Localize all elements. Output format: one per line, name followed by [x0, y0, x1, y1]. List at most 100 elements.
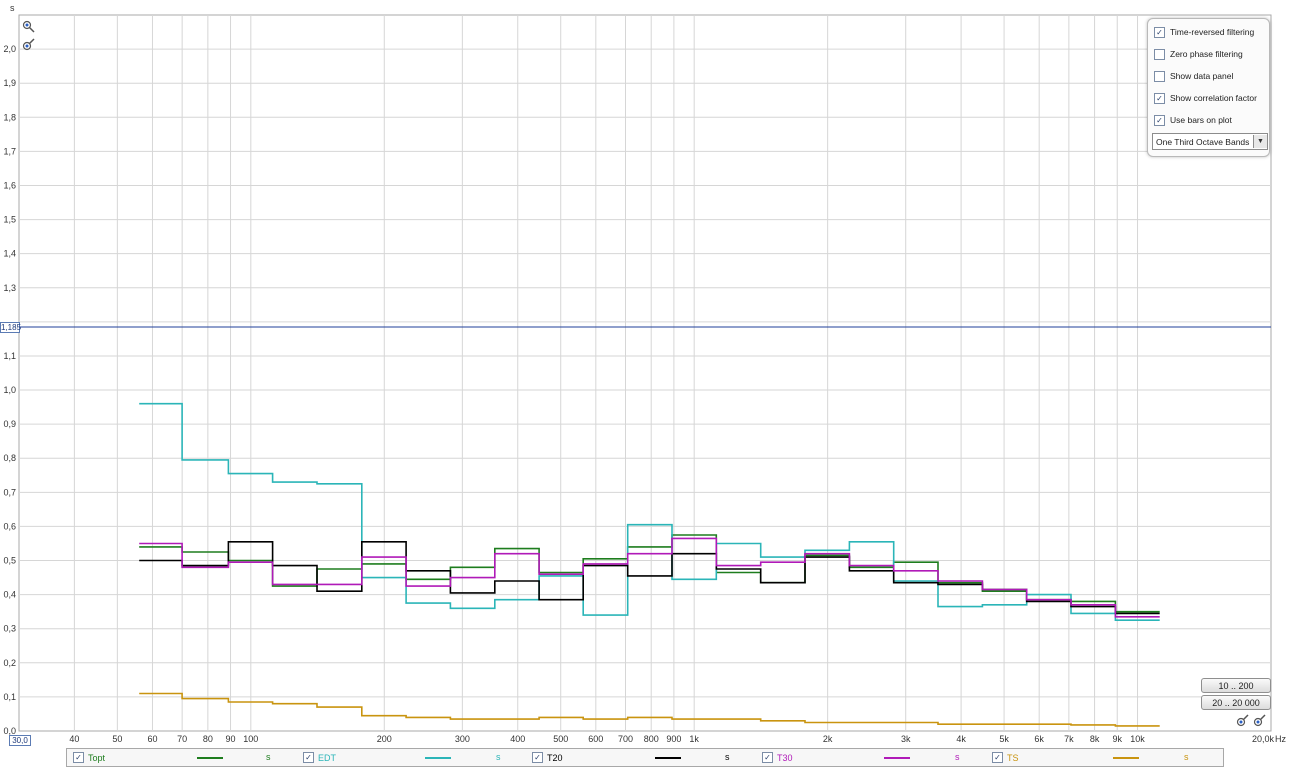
y-tick-label: 0,2: [3, 658, 16, 668]
legend-unit: s: [266, 752, 271, 762]
legend-name: T30: [777, 752, 793, 763]
x-tick-label: 4k: [956, 734, 966, 744]
x-tick-label: 2k: [823, 734, 833, 744]
y-tick-label: 1,8: [3, 112, 16, 122]
zoom-in-icon[interactable]: [22, 20, 36, 34]
x-tick-label: 900: [666, 734, 681, 744]
legend-name: Topt: [88, 752, 106, 763]
x-tick-label: 5k: [999, 734, 1009, 744]
bars-checkbox[interactable]: ✓: [1154, 114, 1165, 126]
y-tick-label: 1,5: [3, 215, 16, 225]
correlation-checkbox[interactable]: ✓: [1154, 92, 1165, 104]
options-panel: ✓ Time-reversed filtering Zero phase fil…: [1147, 18, 1270, 157]
x-tick-label: 6k: [1034, 734, 1044, 744]
x-unit-label: Hz: [1275, 734, 1286, 744]
y-tick-label: 0,6: [3, 521, 16, 531]
x-tick-label: 400: [510, 734, 525, 744]
legend-checkbox[interactable]: ✓: [992, 752, 1003, 763]
legend-swatch: [884, 757, 910, 759]
x-tick-label: 3k: [901, 734, 911, 744]
data-panel-label: Show data panel: [1170, 71, 1234, 81]
y-tick-label: 0,5: [3, 556, 16, 566]
legend-swatch: [425, 757, 451, 759]
legend-unit: s: [955, 752, 960, 762]
x-tick-label: 7k: [1064, 734, 1074, 744]
legend-item-topt[interactable]: ✓ Topt: [73, 749, 105, 766]
y-tick-label: 0,1: [3, 692, 16, 702]
zero-phase-label: Zero phase filtering: [1170, 49, 1243, 59]
band-mode-value: One Third Octave Bands: [1156, 136, 1250, 147]
y-tick-label: 2,0: [3, 44, 16, 54]
y-tick-label: 1,7: [3, 146, 16, 156]
y-tick-label: 1,1: [3, 351, 16, 361]
legend-checkbox[interactable]: ✓: [532, 752, 543, 763]
legend-name: T20: [547, 752, 563, 763]
x-tick-label: 800: [644, 734, 659, 744]
rt-chart[interactable]: 40 50 60 70 80 90 100 200 300 400 500 600 700 800 900 1…: [0, 0, 1289, 768]
x-end-label: 20,0k: [1252, 734, 1275, 744]
x-tick-label: 100: [243, 734, 258, 744]
legend-unit: s: [496, 752, 501, 762]
time-reversed-label: Time-reversed filtering: [1170, 27, 1255, 37]
data-panel-option[interactable]: Show data panel: [1154, 69, 1233, 83]
legend-checkbox[interactable]: ✓: [73, 752, 84, 763]
chevron-down-icon[interactable]: ▼: [1253, 135, 1267, 148]
legend-unit: s: [1184, 752, 1189, 762]
x-tick-label: 300: [455, 734, 470, 744]
y-tick-label: 0,4: [3, 590, 16, 600]
legend-name: EDT: [318, 752, 336, 763]
zoom-out-icon[interactable]: [1236, 713, 1250, 727]
legend: ✓ Topt s ✓ EDT s ✓ T20 s ✓ T30 s ✓ TS s: [66, 748, 1224, 767]
y-tick-label: 1,4: [3, 249, 16, 259]
x-tick-label: 1k: [689, 734, 699, 744]
y-unit-label: s: [10, 3, 15, 13]
legend-swatch: [655, 757, 681, 759]
reference-value-label[interactable]: 1,185: [0, 321, 21, 333]
legend-name: TS: [1007, 752, 1019, 763]
zero-phase-option[interactable]: Zero phase filtering: [1154, 47, 1243, 61]
legend-swatch: [1113, 757, 1139, 759]
y-tick-label: 1,3: [3, 283, 16, 293]
legend-unit: s: [725, 752, 730, 762]
x-tick-label: 700: [618, 734, 633, 744]
y-tick-label: 0,7: [3, 487, 16, 497]
y-tick-label: 1,6: [3, 180, 16, 190]
legend-checkbox[interactable]: ✓: [762, 752, 773, 763]
legend-item-t20[interactable]: ✓ T20: [532, 749, 563, 766]
legend-item-edt[interactable]: ✓ EDT: [303, 749, 336, 766]
legend-item-t30[interactable]: ✓ T30: [762, 749, 793, 766]
x-tick-label: 90: [226, 734, 236, 744]
x-tick-label: 40: [69, 734, 79, 744]
data-panel-checkbox[interactable]: [1154, 70, 1165, 82]
y-tick-label: 1,0: [3, 385, 16, 395]
zoom-in-icon[interactable]: [1253, 713, 1267, 727]
plot-area[interactable]: [18, 14, 1272, 732]
zoom-out-icon[interactable]: [22, 37, 36, 51]
correlation-option[interactable]: ✓ Show correlation factor: [1154, 91, 1257, 105]
zero-phase-checkbox[interactable]: [1154, 48, 1165, 60]
x-tick-label: 600: [588, 734, 603, 744]
x-tick-label: 80: [203, 734, 213, 744]
range-10-200-button[interactable]: 10 .. 200: [1201, 678, 1271, 693]
bars-label: Use bars on plot: [1170, 115, 1232, 125]
x-tick-label: 60: [147, 734, 157, 744]
y-tick-label: 0,9: [3, 419, 16, 429]
x-origin-label[interactable]: 30,0: [9, 735, 31, 746]
x-tick-label: 500: [553, 734, 568, 744]
x-tick-label: 10k: [1130, 734, 1145, 744]
legend-item-ts[interactable]: ✓ TS: [992, 749, 1019, 766]
legend-checkbox[interactable]: ✓: [303, 752, 314, 763]
band-mode-select[interactable]: One Third Octave Bands ▼: [1152, 133, 1268, 150]
y-tick-label: 1,9: [3, 78, 16, 88]
bars-option[interactable]: ✓ Use bars on plot: [1154, 113, 1232, 127]
x-tick-label: 70: [177, 734, 187, 744]
range-20-20000-button[interactable]: 20 .. 20 000: [1201, 695, 1271, 710]
time-reversed-checkbox[interactable]: ✓: [1154, 26, 1165, 38]
x-tick-label: 200: [377, 734, 392, 744]
time-reversed-option[interactable]: ✓ Time-reversed filtering: [1154, 25, 1254, 39]
y-tick-label: 0,8: [3, 453, 16, 463]
correlation-label: Show correlation factor: [1170, 93, 1257, 103]
x-tick-label: 9k: [1112, 734, 1122, 744]
x-tick-label: 8k: [1090, 734, 1100, 744]
x-tick-labels: 40 50 60 70 80 90 100 200 300 400 500 600 700 800 900 1…: [69, 734, 1145, 744]
